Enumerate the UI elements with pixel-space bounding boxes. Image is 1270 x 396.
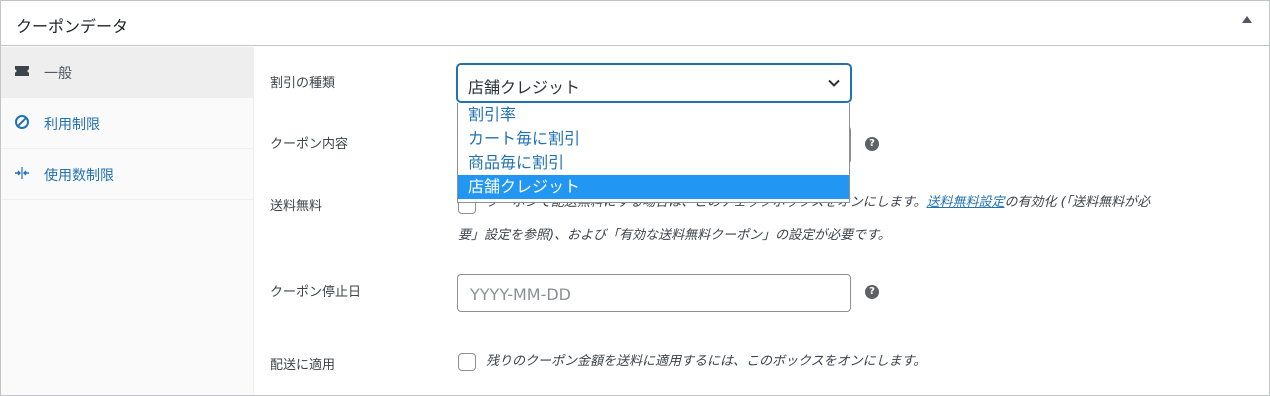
apply-shipping-label: 配送に適用: [270, 358, 336, 373]
free-shipping-description-line2: 要」設定を参照)、および「有効な送料無料クーポン」の設定が必要です。: [458, 228, 891, 243]
help-icon[interactable]: ?: [865, 137, 879, 151]
apply-shipping-checkbox[interactable]: [458, 353, 476, 371]
sidebar: 一般 利用制限 使用数制限: [1, 47, 254, 395]
panel-header: クーポンデータ: [1, 1, 1269, 46]
expiry-date-label: クーポン停止日: [270, 285, 362, 300]
tab-usage-restriction[interactable]: 利用制限: [1, 98, 253, 149]
chevron-down-icon: [826, 75, 842, 91]
tab-usage-limits[interactable]: 使用数制限: [1, 149, 253, 200]
free-shipping-label: 送料無料: [270, 199, 323, 214]
block-icon: [14, 114, 30, 130]
discount-type-label: 割引の種類: [270, 76, 336, 91]
apply-shipping-description: 残りのクーポン金額を送料に適用するには、このボックスをオンにします。: [486, 354, 927, 369]
coupon-amount-label: クーポン内容: [270, 137, 349, 152]
arrows-in-icon: [14, 165, 30, 181]
general-options: 割引の種類 店舗クレジット 割引率 カート毎に割引 商品毎に割引 店舗クレジット…: [254, 47, 1269, 395]
triangle-up-icon[interactable]: [1242, 16, 1252, 23]
tab-general-label: 一般: [44, 66, 72, 82]
discount-option-selected[interactable]: 店舗クレジット: [458, 175, 849, 199]
discount-type-dropdown: 割引率 カート毎に割引 商品毎に割引 店舗クレジット: [457, 103, 850, 203]
tab-usage-limits-label: 使用数制限: [44, 168, 114, 184]
free-shipping-text-post: の有効化 (「送料無料が必: [1004, 195, 1151, 210]
discount-option[interactable]: 割引率: [458, 103, 849, 127]
discount-option[interactable]: カート毎に割引: [458, 127, 849, 151]
ticket-icon: [14, 63, 30, 79]
panel-title: クーポンデータ: [16, 17, 129, 36]
tab-general[interactable]: 一般: [1, 47, 253, 98]
discount-option[interactable]: 商品毎に割引: [458, 151, 849, 175]
help-icon[interactable]: ?: [865, 285, 879, 299]
discount-type-value: 店舗クレジット: [468, 78, 581, 97]
expiry-date-input[interactable]: [468, 284, 842, 305]
tab-usage-restriction-label: 利用制限: [44, 117, 100, 133]
coupon-data-panel: クーポンデータ 一般 利用制限 使用数制限 割引の種類 店舗クレジット 割引率 …: [0, 0, 1270, 396]
discount-type-select[interactable]: 店舗クレジット: [457, 64, 851, 102]
free-shipping-settings-link[interactable]: 送料無料設定: [926, 195, 1004, 210]
expiry-date-field[interactable]: [457, 274, 851, 312]
